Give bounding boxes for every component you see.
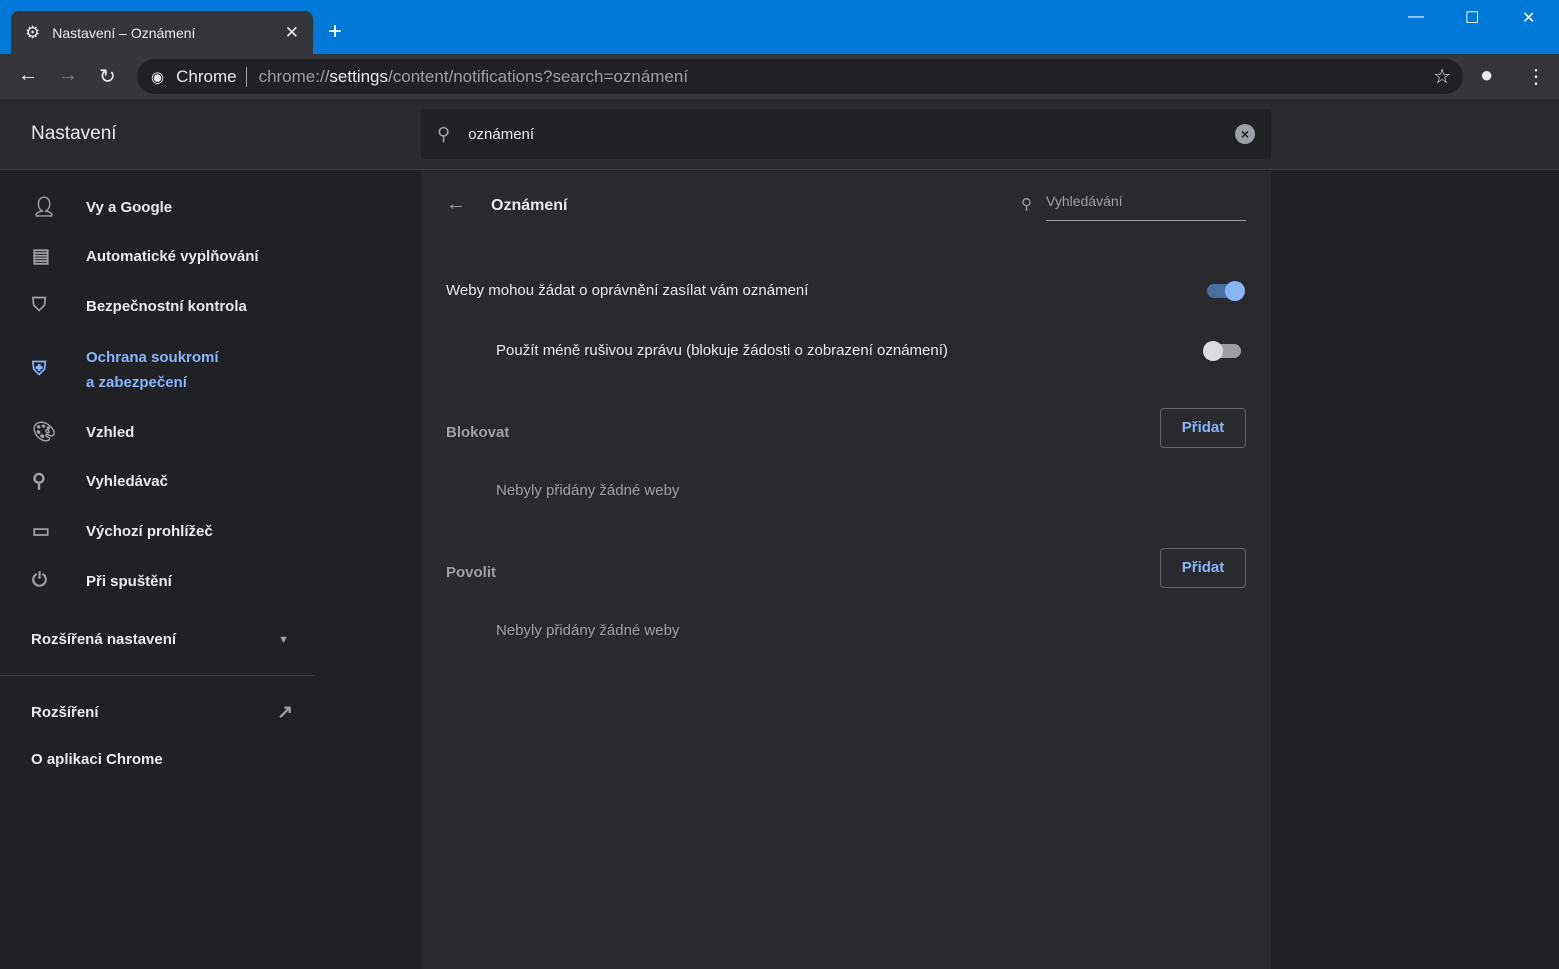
block-empty-text: Nebyly přidány žádné weby (496, 482, 680, 499)
search-icon: ⚲ (437, 123, 451, 144)
clipboard-icon: ▤ (32, 246, 50, 267)
address-bar[interactable]: ◉ Chrome chrome://settings/content/notif… (137, 59, 1463, 94)
reload-icon[interactable]: ↻ (99, 64, 116, 89)
close-tab-icon[interactable]: ✕ (285, 23, 299, 43)
sidebar-item-safety-check[interactable]: ⛉ Bezpečnostní kontrola (0, 295, 247, 317)
quiet-messaging-label: Použít méně rušivou zprávu (blokuje žádo… (496, 342, 948, 359)
settings-header: Nastavení ⚲ oznámení × (0, 99, 1559, 170)
shield-icon: ⛨ (32, 359, 47, 380)
allow-empty-text: Nebyly přidány žádné weby (496, 622, 680, 639)
sidebar-item-appearance[interactable]: 🎨︎ Vzhled (0, 420, 134, 444)
page-title: Nastavení (31, 123, 117, 144)
sidebar-item-extensions[interactable]: Rozšíření ↗ (31, 701, 293, 724)
sidebar-item-default-browser[interactable]: ▭ Výchozí prohlížeč (0, 520, 213, 543)
url-text: chrome://settings/content/notifications?… (258, 66, 689, 86)
toolbar: ← → ↻ ◉ Chrome chrome://settings/content… (0, 54, 1559, 99)
shield-check-icon: ⛉ (32, 295, 47, 316)
open-external-icon: ↗ (277, 702, 293, 723)
subpage-search-input[interactable]: Vyhledávání (1046, 193, 1246, 221)
allow-add-button[interactable]: Přidat (1160, 548, 1246, 588)
search-icon: ⚲ (32, 471, 46, 492)
maximize-button[interactable]: ☐ (1465, 8, 1479, 28)
search-icon: ⚲ (1021, 196, 1032, 213)
back-arrow-icon[interactable]: ← (446, 193, 466, 216)
clear-search-icon[interactable]: × (1235, 124, 1255, 144)
palette-icon: 🎨︎ (32, 422, 57, 443)
notifications-page: ← Oznámení ⚲ Vyhledávání Weby mohou žáda… (421, 171, 1271, 969)
minimize-button[interactable]: — (1408, 8, 1424, 26)
close-window-button[interactable]: ✕ (1522, 8, 1535, 28)
sidebar-item-you-and-google[interactable]: 👤︎ Vy a Google (0, 195, 172, 219)
sidebar-item-autofill[interactable]: ▤ Automatické vyplňování (0, 245, 259, 268)
sidebar-item-privacy[interactable]: ⛨ Ochrana soukromí a zabezpečení (0, 345, 219, 395)
block-section-title: Blokovat (446, 424, 510, 441)
block-add-button[interactable]: Přidat (1160, 408, 1246, 448)
chrome-icon: ◉ (151, 68, 165, 86)
settings-search[interactable]: ⚲ oznámení × (421, 109, 1271, 159)
advanced-settings[interactable]: Rozšířená nastavení ▼ (31, 631, 289, 648)
menu-icon[interactable]: ⋮ (1526, 64, 1546, 89)
sidebar-item-search-engine[interactable]: ⚲ Vyhledávač (0, 470, 168, 493)
gear-icon: ⚙ (25, 22, 41, 42)
subpage-title: Oznámení (491, 197, 568, 214)
browser-icon: ▭ (32, 521, 50, 542)
forward-icon[interactable]: → (58, 64, 78, 87)
sidebar-item-about[interactable]: O aplikaci Chrome (31, 751, 163, 768)
star-icon[interactable]: ☆ (1433, 64, 1451, 89)
divider (0, 675, 314, 676)
ask-permission-label: Weby mohou žádat o oprávnění zasílat vám… (446, 282, 809, 299)
allow-section-title: Povolit (446, 564, 497, 581)
search-input[interactable]: oznámení (468, 126, 1235, 143)
back-icon[interactable]: ← (18, 64, 38, 87)
quiet-messaging-toggle[interactable] (1203, 341, 1241, 361)
title-bar: ⚙ Nastavení – Oznámení ✕ + — ☐ ✕ (0, 0, 1559, 54)
ask-permission-toggle[interactable] (1207, 281, 1245, 301)
tab-title: Nastavení – Oznámení (52, 24, 196, 41)
person-icon: 👤︎ (32, 197, 57, 218)
caret-down-icon: ▼ (278, 633, 289, 646)
tab-settings[interactable]: ⚙ Nastavení – Oznámení ✕ (11, 11, 313, 54)
profile-icon[interactable]: ● (1480, 62, 1493, 88)
power-icon: ⏻ (32, 570, 48, 591)
omnibox-chip: Chrome (176, 66, 237, 86)
sidebar-item-on-startup[interactable]: ⏻ Při spuštění (0, 570, 172, 592)
new-tab-button[interactable]: + (328, 18, 342, 46)
